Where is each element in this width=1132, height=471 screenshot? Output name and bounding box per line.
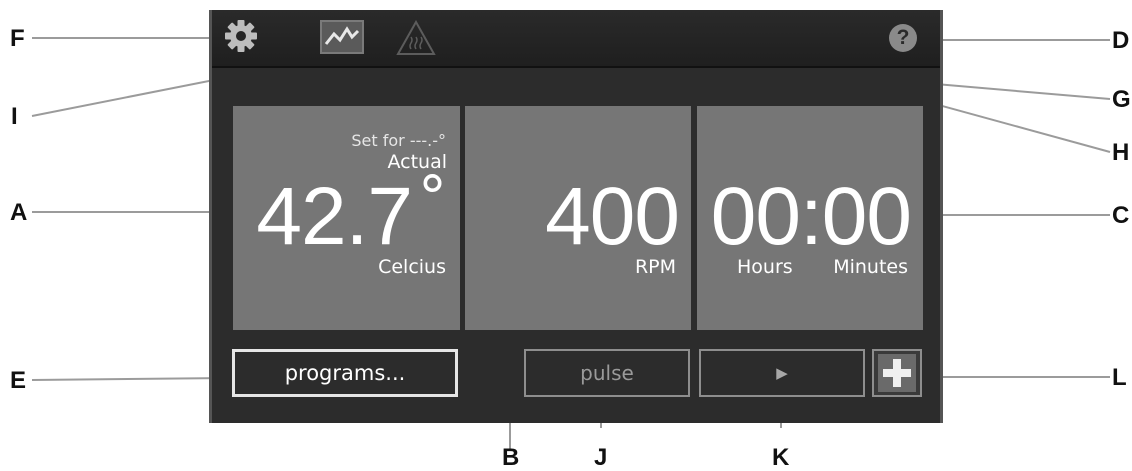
callout-label-b: B <box>502 444 520 471</box>
timer-minutes-label: Minutes <box>833 256 908 278</box>
speed-panel[interactable]: 400 RPM <box>465 106 691 330</box>
pulse-button[interactable]: pulse <box>524 349 690 397</box>
speed-value: 400 <box>545 171 680 262</box>
callout-label-f: F <box>10 25 25 52</box>
start-button[interactable]: ▶ <box>699 349 865 397</box>
timer-value: 00:00 <box>710 171 912 262</box>
gear-icon[interactable] <box>223 18 259 58</box>
help-glyph: ? <box>896 26 910 49</box>
callout-label-j: J <box>594 444 608 471</box>
callout-label-g: G <box>1112 86 1131 113</box>
temperature-unit-label: Celcius <box>378 256 446 278</box>
callout-label-e: E <box>10 367 27 394</box>
heater-warning-icon[interactable] <box>396 19 436 60</box>
timer-panel[interactable]: 00:00 Hours Minutes <box>697 106 923 330</box>
temperature-panel[interactable]: Set for ---.-° Actual 42.7 ° Celcius <box>233 106 460 330</box>
speed-unit-label: RPM <box>634 256 676 278</box>
callout-label-l: L <box>1112 364 1127 391</box>
help-icon[interactable]: ? <box>888 23 918 57</box>
callout-label-d: D <box>1112 27 1130 54</box>
graph-icon[interactable] <box>320 20 364 58</box>
callout-label-k: K <box>772 444 790 471</box>
callout-label-i: I <box>11 103 18 130</box>
callout-label-h: H <box>1112 139 1130 166</box>
plus-icon <box>878 354 916 392</box>
programs-button[interactable]: programs... <box>232 349 458 397</box>
callout-label-c: C <box>1112 202 1130 229</box>
temperature-value: 42.7 <box>256 171 413 262</box>
temperature-set-for: Set for ---.-° <box>351 131 446 150</box>
device-screen: ? Set for ---.-° Actual 42.7 ° Celcius 4… <box>209 10 943 423</box>
play-icon: ▶ <box>776 364 788 382</box>
add-time-button[interactable] <box>872 349 922 397</box>
degree-symbol: ° <box>418 163 447 231</box>
callout-label-a: A <box>10 199 28 226</box>
timer-hours-label: Hours <box>737 256 793 278</box>
top-toolbar: ? <box>212 10 940 68</box>
